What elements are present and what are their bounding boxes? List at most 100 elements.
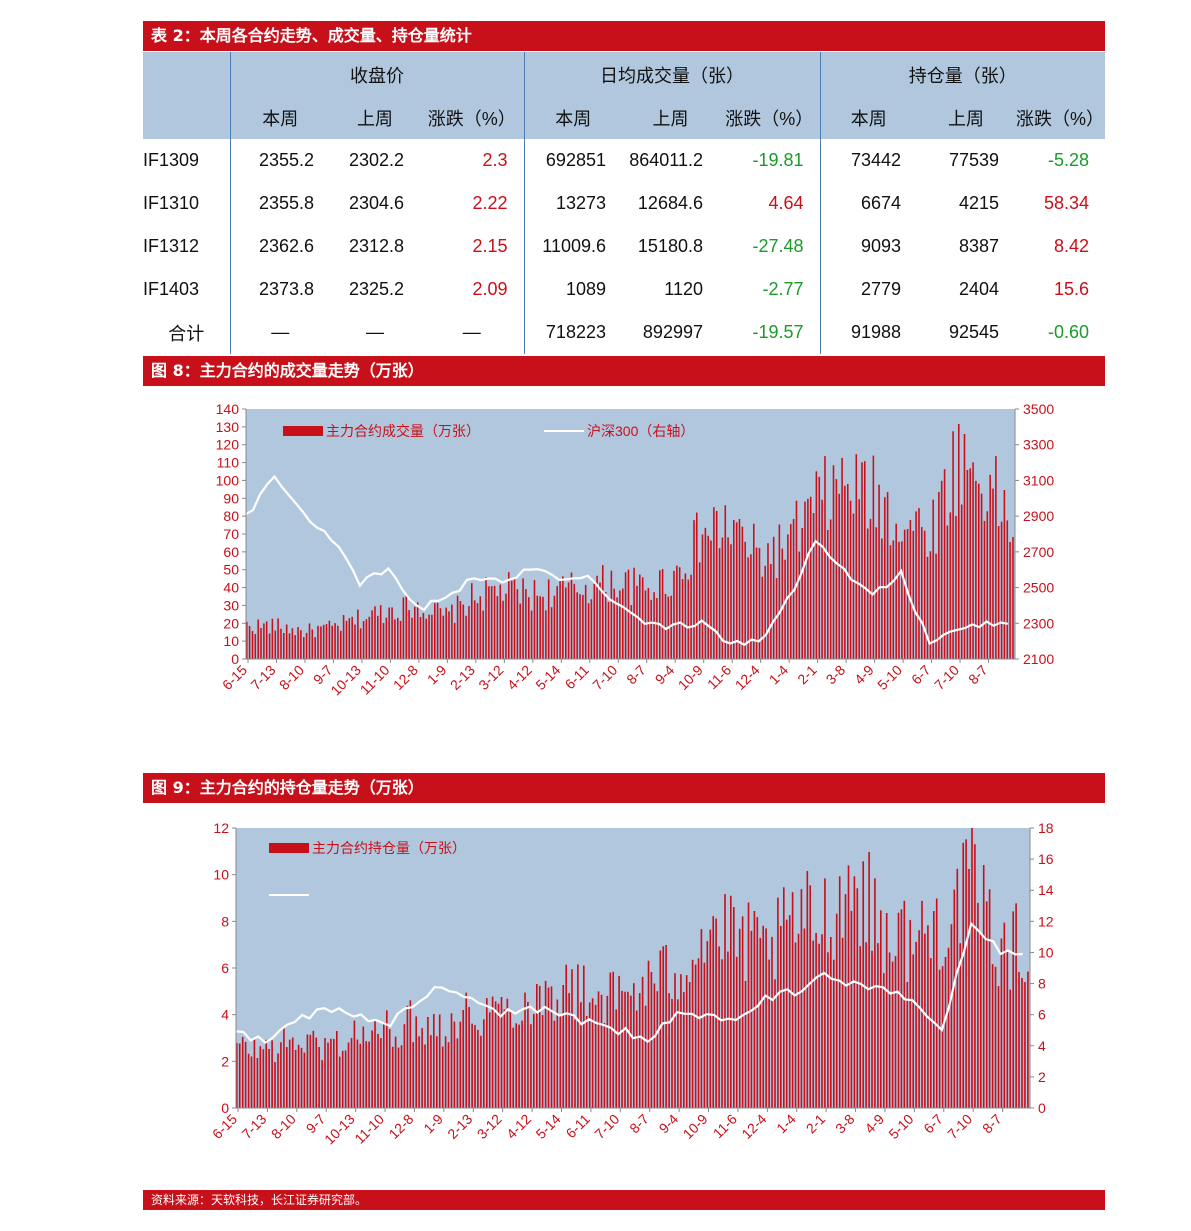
volume-bar bbox=[421, 1028, 423, 1108]
volume-bar bbox=[283, 1026, 285, 1108]
volume-bar bbox=[824, 878, 826, 1108]
volume-bar bbox=[703, 962, 706, 1108]
left-tick-label: 10 bbox=[223, 633, 239, 649]
table-cell: 2.22 bbox=[472, 193, 508, 213]
volume-bar bbox=[738, 519, 741, 659]
volume-bar bbox=[700, 929, 703, 1108]
volume-bar bbox=[762, 925, 765, 1108]
volume-bar bbox=[530, 610, 533, 659]
volume-bar bbox=[803, 928, 806, 1108]
volume-bar bbox=[901, 541, 903, 659]
volume-bar bbox=[397, 1047, 400, 1108]
volume-bar bbox=[300, 1047, 303, 1108]
volume-bar bbox=[721, 959, 723, 1108]
volume-bar bbox=[602, 565, 604, 659]
left-tick-label: 60 bbox=[223, 544, 239, 560]
volume-bar bbox=[359, 1043, 362, 1108]
volume-bar bbox=[833, 959, 835, 1108]
volume-bar bbox=[735, 522, 738, 659]
x-tick-label: 12-4 bbox=[738, 1111, 769, 1142]
volume-bar bbox=[872, 455, 875, 659]
volume-bar bbox=[247, 1053, 250, 1108]
volume-bar bbox=[419, 617, 422, 659]
x-tick-label: 12-4 bbox=[732, 662, 763, 693]
right-tick-label: 3300 bbox=[1023, 437, 1054, 453]
x-tick-label: 1-4 bbox=[773, 1111, 799, 1137]
volume-bar bbox=[985, 901, 988, 1108]
volume-bar bbox=[673, 570, 675, 659]
volume-bar bbox=[606, 995, 609, 1108]
volume-bar bbox=[238, 1043, 241, 1108]
volume-bar bbox=[391, 607, 393, 659]
table-cell: 2.3 bbox=[482, 150, 508, 170]
volume-bar bbox=[571, 969, 573, 1108]
volume-bar bbox=[671, 998, 673, 1108]
volume-bar bbox=[650, 599, 652, 659]
x-tick-label: 11-6 bbox=[704, 662, 735, 693]
contract-code: IF1309 bbox=[143, 150, 200, 170]
volume-bar bbox=[280, 628, 282, 659]
volume-bar bbox=[898, 541, 900, 659]
volume-bar bbox=[538, 985, 541, 1108]
volume-bar bbox=[639, 574, 641, 659]
volume-bar bbox=[680, 974, 682, 1108]
x-tick-label: 7-10 bbox=[589, 662, 620, 693]
left-tick-label: 120 bbox=[216, 437, 240, 453]
volume-bar bbox=[978, 483, 980, 659]
volume-bar bbox=[691, 959, 694, 1108]
volume-bar bbox=[430, 1035, 432, 1108]
volume-bar bbox=[603, 1023, 606, 1108]
volume-bar bbox=[374, 606, 376, 659]
volume-bar bbox=[1024, 982, 1026, 1108]
volume-bar bbox=[619, 590, 621, 659]
subheader: 上周 bbox=[622, 97, 719, 139]
left-tick-label: 110 bbox=[217, 455, 240, 471]
volume-bar bbox=[439, 608, 442, 659]
volume-chart: 0102030405060708090100110120130140210023… bbox=[216, 401, 1055, 698]
volume-bar bbox=[465, 615, 467, 659]
x-tick-label: 4-9 bbox=[861, 1111, 887, 1137]
volume-bar bbox=[450, 1013, 453, 1108]
volume-bar bbox=[935, 553, 937, 659]
subheader: 上周 bbox=[330, 97, 420, 139]
volume-bar bbox=[613, 588, 615, 659]
table-header-sub: 本周 上周 涨跌（%） 本周 上周 涨跌（%） 本周 上周 涨跌（%） bbox=[143, 97, 1105, 139]
volume-bar bbox=[394, 619, 396, 659]
volume-bar bbox=[710, 540, 712, 659]
volume-bar bbox=[556, 586, 558, 659]
table-cell: — bbox=[366, 322, 384, 342]
volume-bar bbox=[693, 520, 695, 659]
volume-bar bbox=[350, 1037, 353, 1108]
volume-bar bbox=[322, 624, 325, 659]
volume-bar bbox=[337, 625, 339, 659]
volume-bar bbox=[1003, 922, 1006, 1108]
volume-bar bbox=[1000, 521, 1003, 659]
volume-bar bbox=[607, 602, 610, 659]
volume-bar bbox=[244, 1041, 247, 1108]
volume-bar bbox=[379, 605, 382, 659]
x-tick-label: 7-10 bbox=[944, 1111, 975, 1142]
volume-bar bbox=[1012, 537, 1014, 659]
volume-bar bbox=[354, 624, 356, 659]
volume-bar bbox=[747, 902, 750, 1108]
volume-bar bbox=[918, 508, 920, 659]
volume-bar bbox=[533, 1014, 535, 1108]
volume-bar bbox=[306, 1034, 309, 1108]
volume-bar bbox=[383, 1022, 385, 1108]
volume-bar bbox=[909, 919, 912, 1108]
volume-bar bbox=[597, 991, 600, 1108]
volume-bar bbox=[847, 484, 849, 659]
volume-bar bbox=[974, 844, 976, 1108]
volume-bar bbox=[286, 1047, 288, 1108]
x-tick-label: 3-8 bbox=[823, 662, 849, 688]
volume-bar bbox=[300, 630, 302, 659]
volume-bar bbox=[283, 633, 285, 659]
volume-bar bbox=[944, 957, 947, 1108]
volume-bar bbox=[308, 623, 311, 659]
volume-bar bbox=[265, 1039, 268, 1108]
volume-bar bbox=[838, 876, 841, 1108]
volume-bar bbox=[827, 530, 829, 659]
volume-bar bbox=[505, 593, 507, 659]
volume-bar bbox=[868, 852, 870, 1108]
table-cell: 892997 bbox=[642, 322, 703, 342]
